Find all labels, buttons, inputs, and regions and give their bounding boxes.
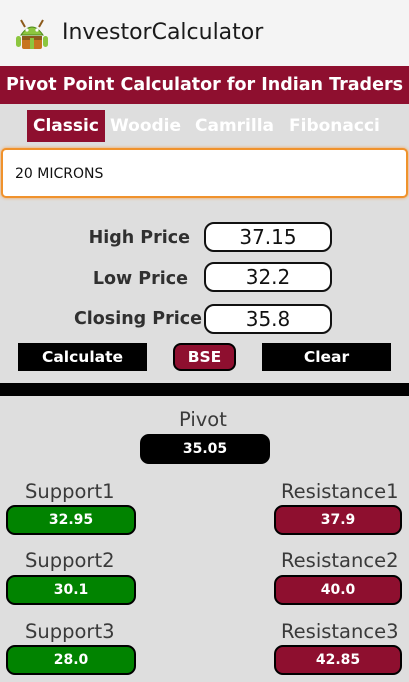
stock-input[interactable]: 20 MICRONS [1, 148, 408, 198]
high-price-label: High Price [88, 228, 190, 248]
low-price-field[interactable]: 32.2 [204, 262, 332, 292]
high-price-field[interactable]: 37.15 [204, 222, 332, 252]
action-bar: InvestorCalculator [0, 0, 409, 66]
app-title: InvestorCalculator [62, 20, 264, 45]
method-tabs: Classic Woodie Camrilla Fibonacci [0, 104, 409, 146]
support3-value: 28.0 [6, 645, 136, 675]
pivot-label: Pivot [179, 408, 227, 431]
support3-label: Support3 [25, 620, 115, 643]
tab-woodie[interactable]: Woodie [110, 110, 181, 142]
resistance2-label: Resistance2 [281, 549, 399, 572]
section-divider [0, 383, 409, 396]
low-price-label: Low Price [92, 269, 188, 289]
closing-price-label: Closing Price [73, 309, 202, 329]
resistance3-label: Resistance3 [281, 620, 399, 643]
android-robot-icon [16, 19, 48, 49]
exchange-toggle-button[interactable]: BSE [173, 343, 236, 371]
resistance2-value: 40.0 [274, 575, 402, 605]
clear-button[interactable]: Clear [262, 343, 391, 371]
tab-camrilla[interactable]: Camrilla [195, 110, 274, 142]
closing-price-field[interactable]: 35.8 [204, 304, 332, 334]
resistance1-value: 37.9 [274, 505, 402, 535]
resistance1-label: Resistance1 [281, 480, 399, 503]
support1-label: Support1 [25, 480, 115, 503]
banner-title: Pivot Point Calculator for Indian Trader… [6, 75, 403, 95]
stock-input-value: 20 MICRONS [15, 166, 104, 182]
support2-value: 30.1 [6, 575, 136, 605]
resistance3-value: 42.85 [274, 645, 402, 675]
tab-fibonacci[interactable]: Fibonacci [289, 110, 380, 142]
calculate-button[interactable]: Calculate [18, 343, 147, 371]
pivot-value: 35.05 [140, 434, 270, 464]
support1-value: 32.95 [6, 505, 136, 535]
calculator-banner: Pivot Point Calculator for Indian Trader… [0, 66, 409, 104]
tab-classic[interactable]: Classic [27, 110, 105, 142]
support2-label: Support2 [25, 549, 115, 572]
